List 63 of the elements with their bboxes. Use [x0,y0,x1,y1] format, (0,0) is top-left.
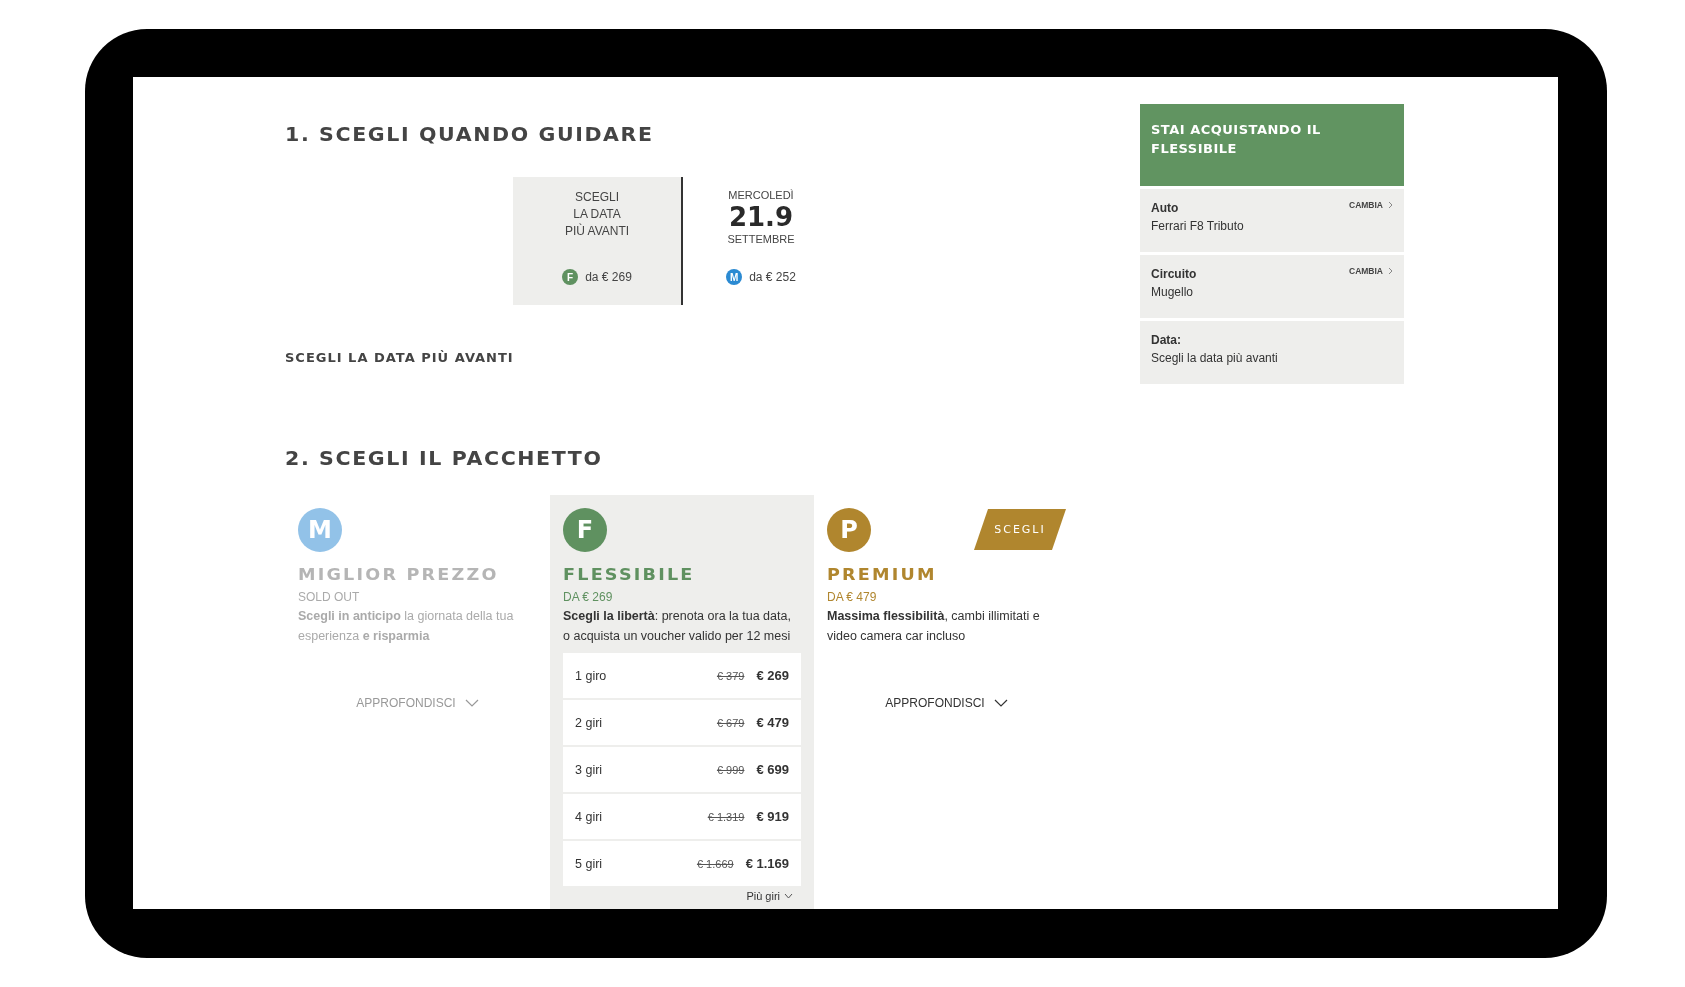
chevron-down-icon [464,699,479,707]
section-heading: 1. SCEGLI QUANDO GUIDARE [285,122,654,146]
laps-option[interactable]: 5 giri € 1.669 € 1.169 [563,841,801,886]
price-text: da € 269 [585,270,632,284]
package-description: Scegli la libertà: prenota ora la tua data, o acquista un voucher valido per 12 mesi [563,608,792,645]
date-option[interactable]: MERCOLEDÌ 21.9 SETTEMBRE M da € 252 [683,177,839,305]
chevron-down-icon [784,893,793,899]
laps-label: 1 giro [575,668,608,683]
price-text: € 479 [756,715,789,730]
price-text: DA € 269 [563,589,614,605]
details-toggle[interactable]: APPROFONDISCI [885,696,1008,710]
old-price: € 379 [716,669,745,682]
badge-icon: M [726,269,743,285]
summary-label: Circuito [1151,267,1197,281]
package-name: PREMIUM [827,565,937,585]
package-description: Scegli in anticipo la giornata della tua esperienza e risparmia [298,608,515,645]
summary-title: STAI ACQUISTANDO IL FLESSIBILE [1140,104,1404,186]
summary-value: Mugello [1151,285,1194,299]
date-option[interactable]: SCEGLI LA DATA PIÙ AVANTI F da € 269 [513,177,683,305]
change-link[interactable]: CAMBIA [1349,200,1393,210]
laps-option[interactable]: 1 giro € 379 € 269 [563,653,801,698]
price-text: DA € 479 [827,589,878,605]
more-laps-link[interactable]: Più giri [746,890,793,902]
badge-icon: F [562,269,579,285]
price-text: da € 252 [749,270,796,284]
weekday-text: MERCOLEDÌ [728,189,794,201]
chevron-right-icon [1388,267,1393,275]
summary-value: Scegli la data più avanti [1151,351,1278,365]
package-name: FLESSIBILE [563,565,695,585]
status-text: SOLD OUT [298,589,361,605]
laps-option[interactable]: 2 giri € 679 € 479 [563,700,801,745]
date-number: 21.9 [728,203,794,231]
old-price: € 1.669 [696,857,734,870]
summary-label: Auto [1151,201,1179,215]
laps-label: 3 giri [575,762,604,777]
old-price: € 999 [716,763,745,776]
package-card[interactable] [550,495,814,909]
selection-label: SCEGLI LA DATA PIÙ AVANTI [285,350,514,366]
chevron-right-icon [1388,201,1393,209]
laps-label: 4 giri [575,809,604,824]
price-text: € 269 [756,668,789,683]
package-badge-icon: F [563,508,607,552]
package-badge-icon: P [827,508,871,552]
change-link[interactable]: CAMBIA [1349,266,1393,276]
laps-label: 2 giri [575,715,604,730]
price-text: € 919 [756,809,789,824]
old-price: € 1.319 [707,810,745,823]
section-heading: 2. SCEGLI IL PACCHETTO [285,446,603,470]
laps-option[interactable]: 4 giri € 1.319 € 919 [563,794,801,839]
laps-option[interactable]: 3 giri € 999 € 699 [563,747,801,792]
package-badge-icon: M [298,508,342,552]
price-text: € 699 [756,762,789,777]
old-price: € 679 [716,716,745,729]
price-text: € 1.169 [745,856,789,871]
option-label: SCEGLI LA DATA PIÙ AVANTI [564,189,630,240]
chevron-down-icon [993,699,1008,707]
month-text: SETTEMBRE [727,233,795,245]
laps-label: 5 giri [575,856,604,871]
package-description: Massima flessibilità, cambi illimitati e video camera car incluso [827,608,1041,645]
package-name: MIGLIOR PREZZO [298,565,499,585]
package-card[interactable]: P SCEGLI PREMIUM DA € 479 Massima flessibilità, cambi illimitati e video camera car incluso APPROFONDISCI [814,495,1079,909]
summary-value: Ferrari F8 Tributo [1151,219,1244,233]
summary-label: Data: [1151,333,1181,347]
